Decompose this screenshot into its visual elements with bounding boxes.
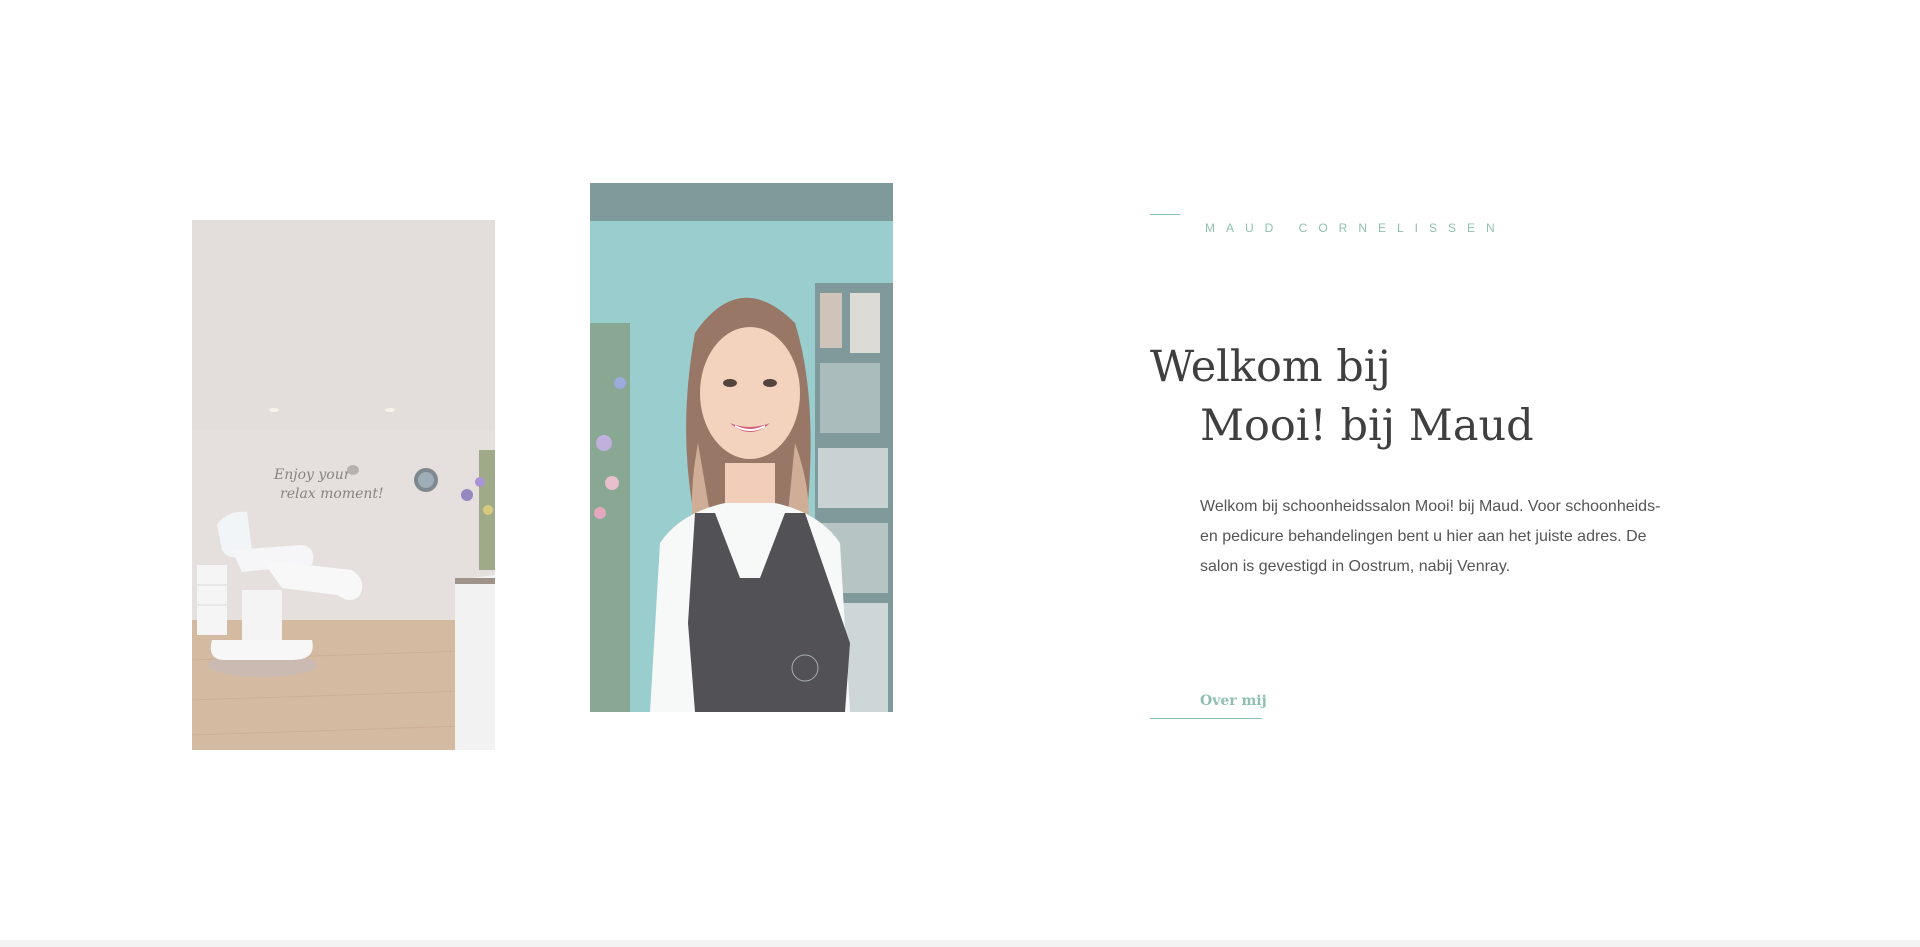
about-section: Enjoy your relax moment! MAUD CORNELISSE… (0, 0, 1920, 947)
about-me-link[interactable]: Over mij (1150, 688, 1267, 719)
about-me-link-label: Over mij (1200, 693, 1267, 709)
page-title: Welkom bij Mooi! bij Maud (1150, 338, 1534, 456)
salon-interior-photo: Enjoy your relax moment! (192, 220, 495, 750)
footer-divider (0, 940, 1920, 947)
eyebrow-divider (1150, 214, 1180, 215)
intro-text: Welkom bij schoonheidssalon Mooi! bij Ma… (1200, 498, 1661, 575)
portrait-photo (590, 183, 893, 712)
page-title-line2: Mooi! bij Maud (1200, 401, 1534, 451)
eyebrow-label: MAUD CORNELISSEN (1205, 221, 1506, 235)
page-title-line1: Welkom bij (1150, 342, 1391, 392)
